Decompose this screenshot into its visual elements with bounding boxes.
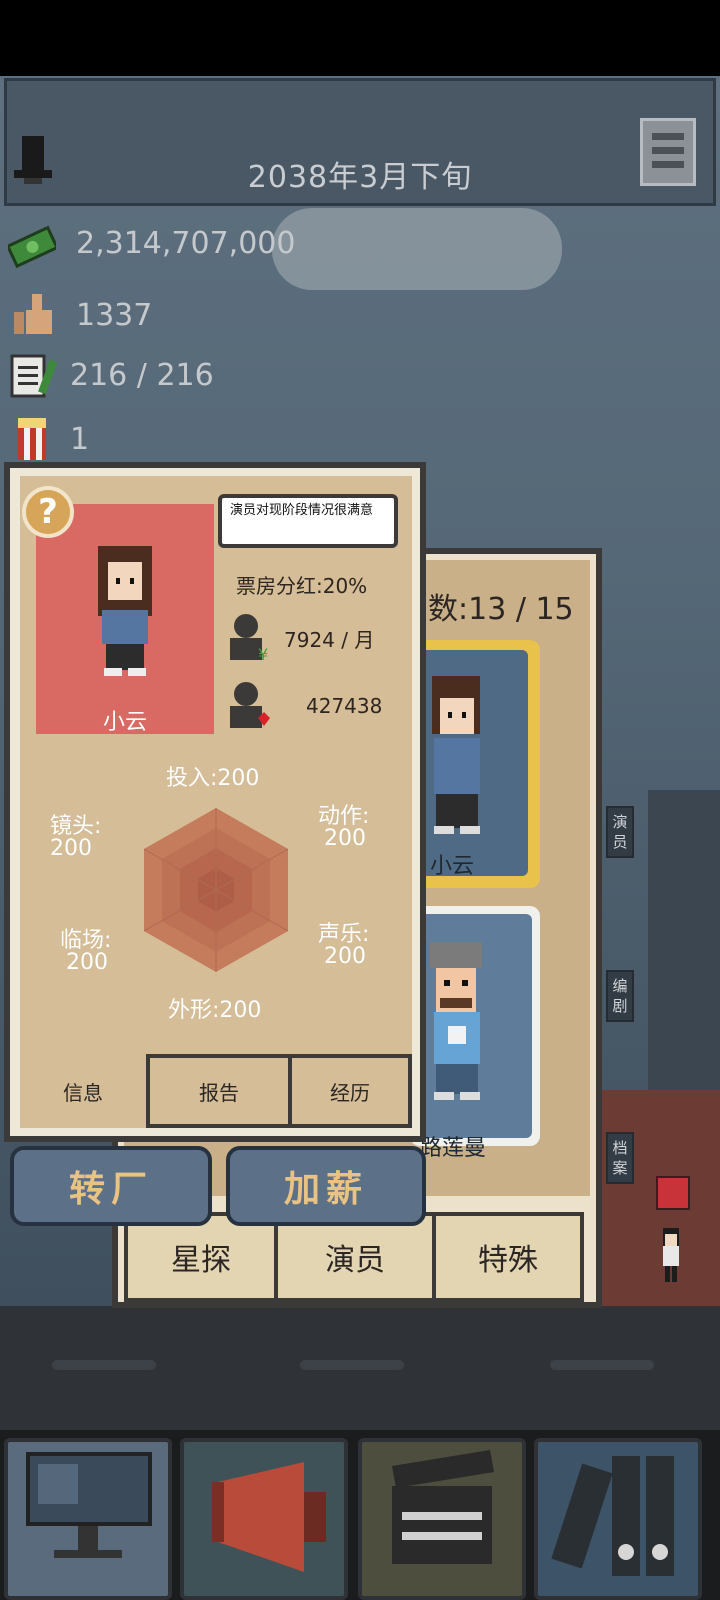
- money-icon: [5, 222, 60, 270]
- box-office-share: 票房分红:20%: [236, 574, 368, 598]
- road-marking: [550, 1360, 654, 1370]
- attr-action-value: 200: [324, 826, 366, 851]
- money-value: 2,314,707,000: [76, 226, 296, 261]
- road-marking: [300, 1360, 404, 1370]
- tab-info[interactable]: 信息: [20, 1054, 150, 1128]
- menu-line: [652, 133, 684, 140]
- actor-sprite: [94, 546, 156, 678]
- roster-count: 数:13 / 15: [428, 592, 574, 627]
- computer-icon: [26, 1452, 152, 1558]
- script-icon: [10, 352, 58, 400]
- attr-improv-value: 200: [66, 950, 108, 975]
- svg-text:¥: ¥: [258, 645, 268, 662]
- attr-vocal-value: 200: [324, 944, 366, 969]
- salary-value: 7924 / 月: [284, 628, 375, 652]
- megaphone-icon: [212, 1462, 326, 1572]
- raise-salary-button[interactable]: 加薪: [226, 1146, 426, 1226]
- card-actor-name: 小云: [430, 854, 475, 879]
- popcorn-value: 1: [70, 422, 90, 457]
- building-decoration: [648, 790, 720, 1120]
- help-button[interactable]: ?: [22, 486, 74, 538]
- popcorn-icon: [12, 414, 60, 462]
- binders-icon: [551, 1456, 674, 1576]
- tab-report[interactable]: 报告: [146, 1054, 292, 1128]
- side-label-archive[interactable]: 档案: [606, 1132, 634, 1184]
- road: [0, 1306, 720, 1446]
- fans-icon: [228, 680, 274, 732]
- menu-line: [652, 147, 684, 154]
- road-marking: [52, 1360, 156, 1370]
- side-label-actors[interactable]: 演员: [606, 806, 634, 858]
- thumbs-up-icon: [10, 290, 58, 338]
- attr-camera-value: 200: [50, 836, 92, 861]
- angry-face-icon: [656, 1176, 690, 1210]
- tab-special[interactable]: 特殊: [432, 1212, 584, 1302]
- menu-button[interactable]: [640, 118, 696, 186]
- actor-sprite: [426, 676, 486, 836]
- production-button[interactable]: [358, 1438, 526, 1600]
- clapperboard-icon: [392, 1450, 494, 1564]
- side-label-writers[interactable]: 编剧: [606, 970, 634, 1022]
- archive-button[interactable]: [534, 1438, 702, 1600]
- tab-history[interactable]: 经历: [288, 1054, 412, 1128]
- transfer-button[interactable]: 转厂: [10, 1146, 212, 1226]
- walking-character-icon: [660, 1228, 682, 1284]
- computer-button[interactable]: [4, 1438, 172, 1600]
- actor-name: 小云: [102, 710, 147, 735]
- attr-appearance: 外形:200: [168, 998, 262, 1023]
- attr-investment: 投入:200: [166, 766, 260, 791]
- cloud-decoration: [272, 208, 562, 290]
- reputation-value: 1337: [76, 298, 153, 333]
- game-date: 2038年3月下旬: [247, 160, 473, 195]
- actor-sprite: [426, 942, 486, 1102]
- menu-line: [652, 161, 684, 168]
- actor-comment-bubble: 演员对现阶段情况很满意: [218, 494, 398, 548]
- salary-icon: ¥: [228, 612, 272, 664]
- fans-value: 427438: [306, 694, 383, 718]
- card-actor-name: 路莲曼: [420, 1136, 487, 1161]
- status-bar-area: [0, 0, 720, 76]
- attribute-hexagon-chart: [143, 808, 289, 972]
- scripts-value: 216 / 216: [70, 358, 214, 393]
- marketing-button[interactable]: [180, 1438, 348, 1600]
